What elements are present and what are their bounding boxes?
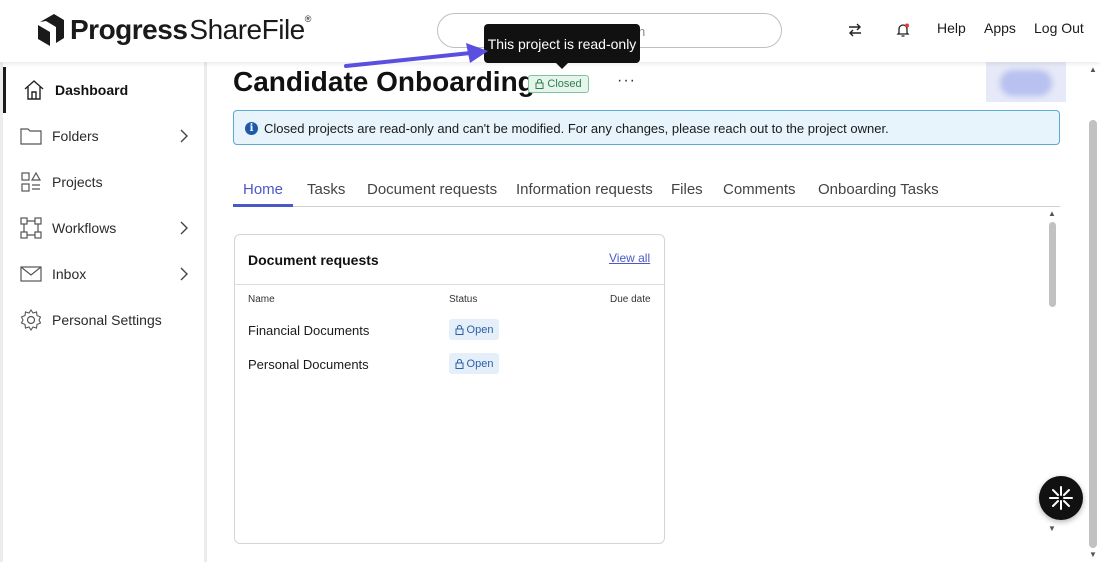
lock-icon bbox=[455, 324, 464, 335]
bell-icon[interactable] bbox=[891, 18, 915, 42]
avatar[interactable] bbox=[986, 62, 1066, 102]
status-badge-label: Open bbox=[466, 357, 494, 370]
card-divider bbox=[235, 284, 664, 285]
sidebar-item-folders[interactable]: Folders bbox=[3, 113, 207, 159]
page-scrollbar-thumb[interactable] bbox=[1089, 120, 1097, 548]
read-only-tooltip: This project is read-only bbox=[484, 24, 640, 69]
status-badge-open: Open bbox=[449, 319, 499, 340]
lock-icon bbox=[455, 358, 464, 369]
sidebar-item-personal-settings[interactable]: Personal Settings bbox=[3, 297, 207, 343]
sidebar-item-label: Dashboard bbox=[55, 82, 129, 98]
sparkle-icon bbox=[1049, 486, 1073, 510]
tab-information-requests[interactable]: Information requests bbox=[516, 181, 653, 198]
sidebar-item-label: Inbox bbox=[52, 266, 87, 282]
folder-icon bbox=[20, 128, 42, 145]
sidebar: Dashboard Folders Projects Workflows Inb… bbox=[0, 62, 207, 562]
sidebar-item-label: Workflows bbox=[52, 220, 117, 236]
card-title: Document requests bbox=[248, 252, 379, 268]
logo-progress-text: Progress bbox=[70, 14, 188, 45]
logout-link[interactable]: Log Out bbox=[1034, 20, 1084, 36]
projects-icon bbox=[21, 171, 42, 192]
progress-logo-icon bbox=[38, 14, 64, 46]
tab-onboarding-tasks[interactable]: Onboarding Tasks bbox=[818, 181, 939, 198]
apps-link[interactable]: Apps bbox=[984, 20, 1016, 36]
project-tabs: Home Tasks Document requests Information… bbox=[233, 176, 1060, 207]
page-scroll-up-arrow[interactable]: ▲ bbox=[1089, 65, 1097, 74]
chevron-right-icon[interactable] bbox=[179, 221, 189, 235]
info-icon: i bbox=[245, 122, 258, 135]
chevron-right-icon[interactable] bbox=[179, 129, 189, 143]
column-header-status: Status bbox=[449, 294, 478, 305]
workflows-icon bbox=[20, 217, 42, 239]
inner-scroll-up-arrow[interactable]: ▲ bbox=[1048, 209, 1056, 218]
tab-files[interactable]: Files bbox=[671, 181, 703, 198]
assistant-fab-button[interactable] bbox=[1039, 476, 1083, 520]
sidebar-item-label: Folders bbox=[52, 128, 99, 144]
annotation-arrow-icon bbox=[344, 43, 488, 68]
sidebar-item-label: Personal Settings bbox=[52, 312, 162, 328]
view-all-link[interactable]: View all bbox=[609, 251, 650, 265]
sidebar-item-inbox[interactable]: Inbox bbox=[3, 251, 207, 297]
inner-scroll-down-arrow[interactable]: ▼ bbox=[1048, 524, 1056, 533]
gear-icon bbox=[20, 309, 42, 331]
info-banner-text: Closed projects are read-only and can't … bbox=[264, 121, 889, 136]
logo-sharefile-text: ShareFile® bbox=[189, 14, 311, 45]
status-badge-label: Open bbox=[466, 323, 494, 336]
tab-tasks[interactable]: Tasks bbox=[307, 181, 345, 198]
avatar-blurred-image bbox=[1000, 70, 1052, 96]
page-scroll-down-arrow[interactable]: ▼ bbox=[1089, 550, 1097, 559]
sidebar-item-workflows[interactable]: Workflows bbox=[3, 205, 207, 251]
tab-document-requests[interactable]: Document requests bbox=[367, 181, 497, 198]
more-options-button[interactable]: ··· bbox=[617, 72, 636, 90]
table-row-name[interactable]: Personal Documents bbox=[248, 357, 369, 372]
help-link[interactable]: Help bbox=[937, 20, 966, 36]
tab-comments[interactable]: Comments bbox=[723, 181, 796, 198]
sidebar-item-dashboard[interactable]: Dashboard bbox=[3, 67, 207, 113]
chevron-right-icon[interactable] bbox=[179, 267, 189, 281]
tooltip-text: This project is read-only bbox=[487, 35, 637, 52]
status-badge-closed[interactable]: Closed bbox=[528, 75, 589, 93]
sidebar-item-label: Projects bbox=[52, 174, 103, 190]
page-scrollbar[interactable]: ▲ ▼ bbox=[1086, 62, 1100, 562]
document-requests-card: Document requests View all Name Status D… bbox=[234, 234, 665, 544]
logo-sharefile-word: ShareFile bbox=[189, 14, 305, 45]
table-row-name[interactable]: Financial Documents bbox=[248, 323, 369, 338]
status-badge-open: Open bbox=[449, 353, 499, 374]
sidebar-item-projects[interactable]: Projects bbox=[3, 159, 207, 205]
info-banner: i Closed projects are read-only and can'… bbox=[233, 110, 1060, 145]
lock-icon bbox=[535, 79, 544, 89]
inbox-icon bbox=[20, 266, 42, 282]
column-header-due-date: Due date bbox=[610, 294, 651, 305]
active-tab-indicator bbox=[233, 204, 293, 207]
column-header-name: Name bbox=[248, 294, 275, 305]
status-badge-label: Closed bbox=[547, 78, 582, 90]
inner-scrollbar-thumb[interactable] bbox=[1049, 222, 1056, 307]
switch-account-icon[interactable] bbox=[843, 18, 867, 42]
progress-sharefile-logo[interactable]: Progress ShareFile® bbox=[36, 12, 311, 48]
tab-home[interactable]: Home bbox=[243, 181, 283, 198]
home-icon bbox=[24, 80, 44, 100]
